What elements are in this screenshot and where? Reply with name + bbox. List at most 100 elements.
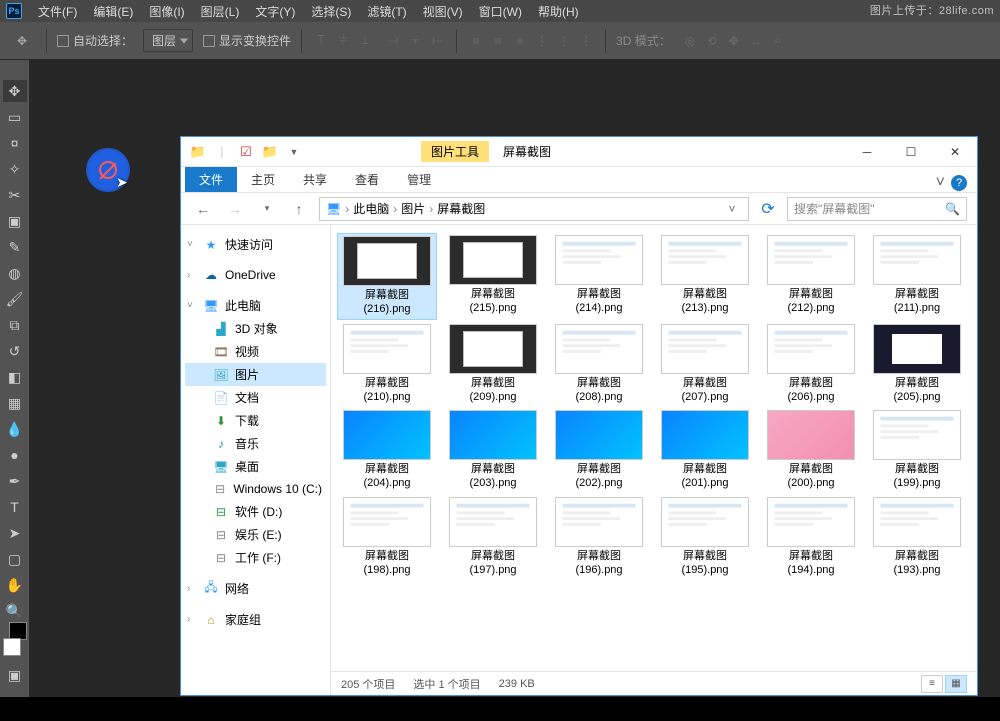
dist-top-icon[interactable]: ≡ [467, 32, 485, 50]
breadcrumb-this-pc[interactable]: 此电脑 [353, 200, 389, 217]
view-icons-button[interactable]: ▦ [945, 675, 967, 693]
align-bottom-icon[interactable]: ⟘ [356, 32, 374, 50]
qat-dropdown-icon[interactable]: ▼ [283, 141, 305, 163]
nav-quick-access[interactable]: ˅★快速访问 [185, 233, 326, 256]
folder-icon[interactable]: 📁 [187, 141, 209, 163]
nav-recent-dropdown[interactable]: ▾ [255, 197, 279, 221]
menu-file[interactable]: 文件(F) [38, 3, 77, 20]
nav-this-pc[interactable]: ˅🖥此电脑 [185, 294, 326, 317]
file-item[interactable]: 屏幕截图(198).png [337, 495, 437, 580]
minimize-button[interactable]: ─ [845, 138, 889, 166]
lasso-tool[interactable]: ¤ [3, 132, 27, 154]
refresh-button[interactable]: ⟳ [757, 199, 779, 219]
slide-icon[interactable]: ↔ [747, 32, 765, 50]
gradient-tool[interactable]: ▦ [3, 392, 27, 414]
menu-select[interactable]: 选择(S) [311, 3, 351, 20]
fg-color-swatch[interactable] [3, 638, 21, 656]
brush-tool[interactable]: 🖌 [3, 288, 27, 310]
color-swatches[interactable] [3, 632, 27, 660]
file-item[interactable]: 屏幕截图(209).png [443, 322, 543, 407]
file-item[interactable]: 屏幕截图(201).png [655, 408, 755, 493]
menu-type[interactable]: 文字(Y) [255, 3, 295, 20]
file-item[interactable]: 屏幕截图(197).png [443, 495, 543, 580]
menu-window[interactable]: 窗口(W) [479, 3, 522, 20]
menu-filter[interactable]: 滤镜(T) [367, 3, 406, 20]
dist-vcenter-icon[interactable]: ≡ [489, 32, 507, 50]
hand-tool[interactable]: ✋ [3, 574, 27, 596]
magic-wand-tool[interactable]: ✧ [3, 158, 27, 180]
blur-tool[interactable]: 💧 [3, 418, 27, 440]
file-item[interactable]: 屏幕截图(203).png [443, 408, 543, 493]
maximize-button[interactable]: ☐ [889, 138, 933, 166]
align-left-icon[interactable]: ⟞ [384, 32, 402, 50]
file-item[interactable]: 屏幕截图(216).png [337, 233, 437, 320]
nav-drive-f[interactable]: ⊟工作 (F:) [185, 546, 326, 569]
file-item[interactable]: 屏幕截图(193).png [867, 495, 967, 580]
file-item[interactable]: 屏幕截图(212).png [761, 233, 861, 320]
dist-hcenter-icon[interactable]: ⋮ [555, 32, 573, 50]
file-item[interactable]: 屏幕截图(196).png [549, 495, 649, 580]
file-item[interactable]: 屏幕截图(200).png [761, 408, 861, 493]
nav-documents[interactable]: 📄文档 [185, 386, 326, 409]
menu-image[interactable]: 图像(I) [149, 3, 184, 20]
align-hcenter-icon[interactable]: ⫟ [406, 32, 424, 50]
pen-tool[interactable]: ✒ [3, 470, 27, 492]
align-right-icon[interactable]: ⟝ [428, 32, 446, 50]
nav-up-button[interactable]: ↑ [287, 197, 311, 221]
type-tool[interactable]: T [3, 496, 27, 518]
file-item[interactable]: 屏幕截图(210).png [337, 322, 437, 407]
menu-edit[interactable]: 编辑(E) [93, 3, 133, 20]
file-item[interactable]: 屏幕截图(207).png [655, 322, 755, 407]
file-grid[interactable]: 屏幕截图(216).png屏幕截图(215).png屏幕截图(214).png屏… [331, 225, 977, 671]
auto-select-toggle[interactable]: 自动选择： [57, 32, 133, 49]
menu-help[interactable]: 帮助(H) [538, 3, 579, 20]
align-top-icon[interactable]: ⟙ [312, 32, 330, 50]
nav-downloads[interactable]: ⬇下载 [185, 409, 326, 432]
spot-heal-tool[interactable]: ◍ [3, 262, 27, 284]
properties-icon[interactable]: ☑ [235, 141, 257, 163]
file-item[interactable]: 屏幕截图(195).png [655, 495, 755, 580]
nav-pictures[interactable]: 🖼图片 [185, 363, 326, 386]
help-icon[interactable]: ? [951, 175, 967, 191]
file-item[interactable]: 屏幕截图(194).png [761, 495, 861, 580]
nav-drive-e[interactable]: ⊟娱乐 (E:) [185, 523, 326, 546]
marquee-tool[interactable]: ▭ [3, 106, 27, 128]
breadcrumb-screenshots[interactable]: 屏幕截图 [437, 200, 485, 217]
quick-mask-tool[interactable]: ▣ [3, 664, 27, 686]
nav-videos[interactable]: 🎞视频 [185, 340, 326, 363]
explorer-window[interactable]: 📁 | ☑ 📁 ▼ 图片工具 屏幕截图 ─ ☐ ✕ 文件 主页 共享 查看 管理… [180, 136, 978, 696]
menu-view[interactable]: 视图(V) [423, 3, 463, 20]
clone-tool[interactable]: ⧉ [3, 314, 27, 336]
explorer-titlebar[interactable]: 📁 | ☑ 📁 ▼ 图片工具 屏幕截图 ─ ☐ ✕ [181, 137, 977, 167]
file-item[interactable]: 屏幕截图(205).png [867, 322, 967, 407]
close-button[interactable]: ✕ [933, 138, 977, 166]
dist-right-icon[interactable]: ⋮ [577, 32, 595, 50]
address-dropdown-icon[interactable]: ˅ [722, 202, 742, 216]
dist-bottom-icon[interactable]: ≡ [511, 32, 529, 50]
nav-onedrive[interactable]: ›☁OneDrive [185, 264, 326, 286]
file-item[interactable]: 屏幕截图(208).png [549, 322, 649, 407]
tab-share[interactable]: 共享 [289, 167, 341, 192]
align-vcenter-icon[interactable]: ⫩ [334, 32, 352, 50]
nav-forward-button[interactable]: → [223, 197, 247, 221]
tab-home[interactable]: 主页 [237, 167, 289, 192]
path-select-tool[interactable]: ➤ [3, 522, 27, 544]
view-details-button[interactable]: ≡ [921, 675, 943, 693]
file-item[interactable]: 屏幕截图(215).png [443, 233, 543, 320]
menu-layer[interactable]: 图层(L) [201, 3, 240, 20]
move-tool[interactable]: ✥ [3, 80, 27, 102]
file-item[interactable]: 屏幕截图(214).png [549, 233, 649, 320]
file-item[interactable]: 屏幕截图(202).png [549, 408, 649, 493]
nav-homegroup[interactable]: ›⌂家庭组 [185, 608, 326, 631]
pan-icon[interactable]: ✥ [725, 32, 743, 50]
file-item[interactable]: 屏幕截图(213).png [655, 233, 755, 320]
zoom3d-icon[interactable]: ⌕ [769, 32, 787, 50]
address-bar[interactable]: 🖥 › 此电脑 › 图片 › 屏幕截图 ˅ [319, 197, 749, 221]
file-item[interactable]: 屏幕截图(206).png [761, 322, 861, 407]
file-item[interactable]: 屏幕截图(199).png [867, 408, 967, 493]
auto-select-dropdown[interactable]: 图层 [143, 29, 193, 52]
new-folder-icon[interactable]: 📁 [259, 141, 281, 163]
nav-pane[interactable]: ˅★快速访问 ›☁OneDrive ˅🖥此电脑 ▟3D 对象 🎞视频 🖼图片 📄… [181, 225, 331, 695]
roll-icon[interactable]: ⟲ [703, 32, 721, 50]
tab-manage[interactable]: 管理 [393, 167, 445, 192]
